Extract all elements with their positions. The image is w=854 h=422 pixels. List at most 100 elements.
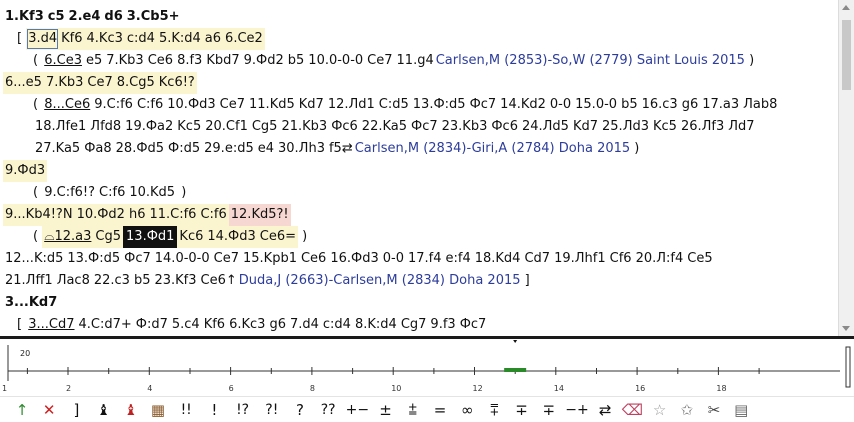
- eval-black-decisive[interactable]: −+: [564, 399, 590, 421]
- move[interactable]: Ce6=: [257, 226, 299, 248]
- annotation-good[interactable]: !: [202, 399, 226, 421]
- move[interactable]: C:f6: [198, 204, 228, 226]
- move[interactable]: Ce7: [365, 50, 394, 72]
- move-timeline[interactable]: 20 2 4 6 8 10 12 14 16 18 1: [0, 339, 854, 396]
- move[interactable]: 8...Ce6: [42, 94, 92, 116]
- move[interactable]: g6: [267, 314, 288, 336]
- delete-variation-icon[interactable]: ✕: [37, 399, 61, 421]
- move[interactable]: 6.Kc3: [227, 314, 267, 336]
- move[interactable]: b5: [286, 50, 307, 72]
- move[interactable]: Ce7: [85, 72, 114, 94]
- move[interactable]: 11.Kd5: [247, 94, 297, 116]
- move[interactable]: 10.0-0-0: [306, 50, 365, 72]
- move[interactable]: Лab8: [741, 94, 779, 116]
- move[interactable]: Фc6: [489, 116, 520, 138]
- move[interactable]: Ce7: [218, 94, 247, 116]
- bracket-icon[interactable]: ]: [64, 399, 88, 421]
- move[interactable]: Kd7: [297, 94, 326, 116]
- move[interactable]: 5.c4: [170, 314, 202, 336]
- move[interactable]: 4.Kc3: [84, 28, 125, 50]
- move[interactable]: 11.C:f6: [147, 204, 198, 226]
- move[interactable]: Cg5: [250, 116, 280, 138]
- red-piece-icon[interactable]: ♝: [119, 399, 143, 421]
- move[interactable]: 24.Лd5: [520, 116, 571, 138]
- move[interactable]: 3...Cd7: [26, 314, 76, 336]
- move[interactable]: 14.0-0-0: [153, 248, 212, 270]
- move[interactable]: 27.Ka5: [33, 138, 82, 160]
- move[interactable]: Ce7: [212, 248, 241, 270]
- move[interactable]: 0-0: [548, 94, 573, 116]
- move[interactable]: 8.f3: [175, 50, 204, 72]
- move[interactable]: Фc7: [122, 248, 153, 270]
- tools-icon[interactable]: ✂: [702, 399, 726, 421]
- counterplay-icon[interactable]: ⇄: [593, 399, 617, 421]
- move[interactable]: 3.Cb5+: [125, 6, 182, 28]
- move[interactable]: 19.Лhf1: [552, 248, 608, 270]
- star-icon[interactable]: ☆: [648, 399, 672, 421]
- move[interactable]: 3...Kd7: [3, 292, 59, 314]
- move[interactable]: Фc6: [329, 116, 360, 138]
- move[interactable]: 20.Cf1: [203, 116, 250, 138]
- eval-white-slightly[interactable]: ⩲: [401, 399, 425, 421]
- move[interactable]: 6.Ce3: [42, 50, 84, 72]
- move[interactable]: Cf6: [608, 248, 634, 270]
- move[interactable]: 8.K:d4: [353, 314, 399, 336]
- move[interactable]: 16.Фd3: [328, 248, 380, 270]
- move[interactable]: 2.e4: [67, 6, 103, 28]
- move[interactable]: 13.Ф:d5: [65, 248, 122, 270]
- move[interactable]: 9.C:f6!?: [42, 182, 97, 204]
- game-reference[interactable]: Carlsen,M (2853)-So,W (2779) Saint Louis…: [436, 50, 745, 72]
- move[interactable]: b5: [619, 94, 640, 116]
- move[interactable]: 9.C:f6: [92, 94, 135, 116]
- move[interactable]: Фa8: [82, 138, 113, 160]
- game-reference[interactable]: Carlsen,M (2834)-Giri,A (2784) Doha 2015: [355, 138, 630, 160]
- move[interactable]: 17.f4: [406, 248, 444, 270]
- move[interactable]: Kd7: [571, 116, 600, 138]
- move[interactable]: 9.Фd3: [3, 160, 47, 182]
- good-move-arrow-icon[interactable]: ↑: [10, 399, 34, 421]
- move[interactable]: 25.Лd3: [600, 116, 651, 138]
- move[interactable]: 22.Ka5: [360, 116, 409, 138]
- move[interactable]: 9.f3: [428, 314, 457, 336]
- move[interactable]: 6...e5: [3, 72, 44, 94]
- move[interactable]: Kc5: [175, 116, 203, 138]
- move[interactable]: 10.Фd2: [75, 204, 127, 226]
- move[interactable]: C:d5: [377, 94, 411, 116]
- move[interactable]: 29.e:d5: [202, 138, 256, 160]
- board-icon[interactable]: ▦: [146, 399, 170, 421]
- annotation-mistake[interactable]: ?: [288, 399, 312, 421]
- move[interactable]: Kc6: [177, 226, 206, 248]
- move[interactable]: Ф:d5: [166, 138, 202, 160]
- move[interactable]: 9...Kb4!?N: [3, 204, 75, 226]
- eraser-icon[interactable]: ⌫: [620, 399, 644, 421]
- move[interactable]: f5⇄: [327, 138, 355, 160]
- annotation-dubious[interactable]: ?!: [259, 399, 285, 421]
- move[interactable]: 15.0-0: [573, 94, 619, 116]
- eval-black-better[interactable]: ∓: [537, 399, 561, 421]
- move[interactable]: 9.Фd2: [242, 50, 286, 72]
- eval-unclear[interactable]: ∞: [455, 399, 479, 421]
- move[interactable]: 5.K:d4: [156, 28, 203, 50]
- eval-equal[interactable]: =: [428, 399, 452, 421]
- black-piece-icon[interactable]: ♝: [92, 399, 116, 421]
- move[interactable]: 28.Фd5: [114, 138, 166, 160]
- move[interactable]: 20.Л:f4: [634, 248, 686, 270]
- eval-black-winning[interactable]: +−: [344, 399, 370, 421]
- move[interactable]: C:f6: [135, 94, 165, 116]
- move[interactable]: c5: [46, 6, 67, 28]
- move[interactable]: 14.Фd3: [205, 226, 258, 248]
- move[interactable]: Cg5: [93, 226, 124, 248]
- move[interactable]: 23.Kb3: [440, 116, 490, 138]
- current-move[interactable]: 13.Фd1: [123, 226, 178, 248]
- move[interactable]: c:d4: [321, 314, 353, 336]
- move[interactable]: 1.Kf3: [3, 6, 46, 28]
- move[interactable]: Kf6: [59, 28, 85, 50]
- move[interactable]: Ce6↑: [199, 270, 239, 292]
- move[interactable]: g6: [680, 94, 701, 116]
- eval-compensation[interactable]: ⩱: [482, 399, 506, 421]
- move[interactable]: 21.Лff1: [3, 270, 55, 292]
- move[interactable]: 12...K:d5: [3, 248, 65, 270]
- annotation-interesting[interactable]: !?: [230, 399, 256, 421]
- move[interactable]: Kc5: [651, 116, 679, 138]
- move[interactable]: 13.Ф:d5: [411, 94, 468, 116]
